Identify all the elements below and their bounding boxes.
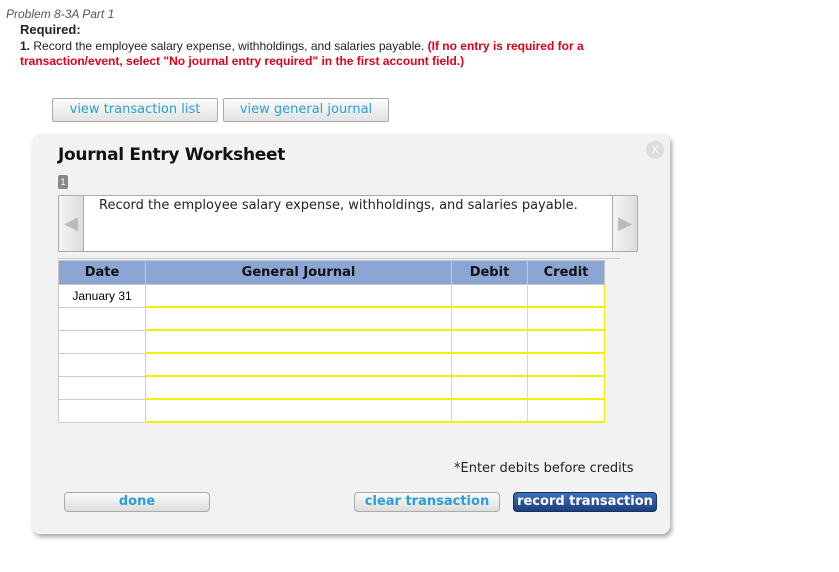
next-arrow-icon[interactable]: ▶ xyxy=(612,196,637,251)
debit-input[interactable] xyxy=(451,398,528,423)
problem-title: Problem 8-3A Part 1 xyxy=(6,7,115,21)
view-general-journal-button[interactable]: view general journal xyxy=(223,98,389,122)
debit-input[interactable] xyxy=(451,352,528,377)
account-input[interactable] xyxy=(145,329,452,354)
record-transaction-button[interactable]: record transaction xyxy=(513,492,657,512)
close-icon[interactable]: X xyxy=(646,141,664,159)
account-input[interactable] xyxy=(145,398,452,423)
debits-hint: *Enter debits before credits xyxy=(454,461,634,476)
account-input[interactable] xyxy=(145,352,452,377)
debit-input[interactable] xyxy=(451,284,528,308)
date-cell xyxy=(58,352,146,377)
date-cell xyxy=(58,329,146,354)
table-row xyxy=(58,352,605,377)
instruction: 1. Record the employee salary expense, w… xyxy=(20,39,660,69)
divider xyxy=(58,258,620,259)
journal-table: Date General Journal Debit Credit Januar… xyxy=(58,260,605,423)
item-number: 1. xyxy=(20,39,31,53)
page-badge[interactable]: 1 xyxy=(58,175,68,189)
date-cell xyxy=(58,306,146,331)
col-date: Date xyxy=(58,260,146,285)
table-row xyxy=(58,375,605,400)
account-input[interactable] xyxy=(145,375,452,400)
credit-input[interactable] xyxy=(527,284,605,308)
prev-arrow-icon[interactable]: ◀ xyxy=(59,196,84,251)
table-row: January 31 xyxy=(58,284,605,308)
transaction-description: Record the employee salary expense, with… xyxy=(99,198,578,213)
debit-input[interactable] xyxy=(451,329,528,354)
col-credit: Credit xyxy=(527,260,605,285)
instruction-text: Record the employee salary expense, with… xyxy=(33,39,425,53)
date-cell: January 31 xyxy=(58,284,146,308)
table-row xyxy=(58,329,605,354)
date-cell xyxy=(58,398,146,423)
credit-input[interactable] xyxy=(527,398,605,423)
col-general-journal: General Journal xyxy=(145,260,452,285)
date-cell xyxy=(58,375,146,400)
table-header: Date General Journal Debit Credit xyxy=(58,260,605,285)
journal-entry-worksheet: Journal Entry Worksheet X 1 ◀ Record the… xyxy=(32,134,670,534)
credit-input[interactable] xyxy=(527,329,605,354)
debit-input[interactable] xyxy=(451,306,528,331)
transaction-description-box: ◀ Record the employee salary expense, wi… xyxy=(58,195,638,252)
credit-input[interactable] xyxy=(527,375,605,400)
col-debit: Debit xyxy=(451,260,528,285)
required-label: Required: xyxy=(20,22,81,37)
credit-input[interactable] xyxy=(527,352,605,377)
account-input[interactable] xyxy=(145,306,452,331)
account-input[interactable] xyxy=(145,284,452,308)
table-row xyxy=(58,306,605,331)
clear-transaction-button[interactable]: clear transaction xyxy=(354,492,500,512)
credit-input[interactable] xyxy=(527,306,605,331)
view-transaction-list-button[interactable]: view transaction list xyxy=(52,98,218,122)
worksheet-title: Journal Entry Worksheet xyxy=(58,145,286,165)
done-button[interactable]: done xyxy=(64,492,210,512)
debit-input[interactable] xyxy=(451,375,528,400)
table-row xyxy=(58,398,605,423)
